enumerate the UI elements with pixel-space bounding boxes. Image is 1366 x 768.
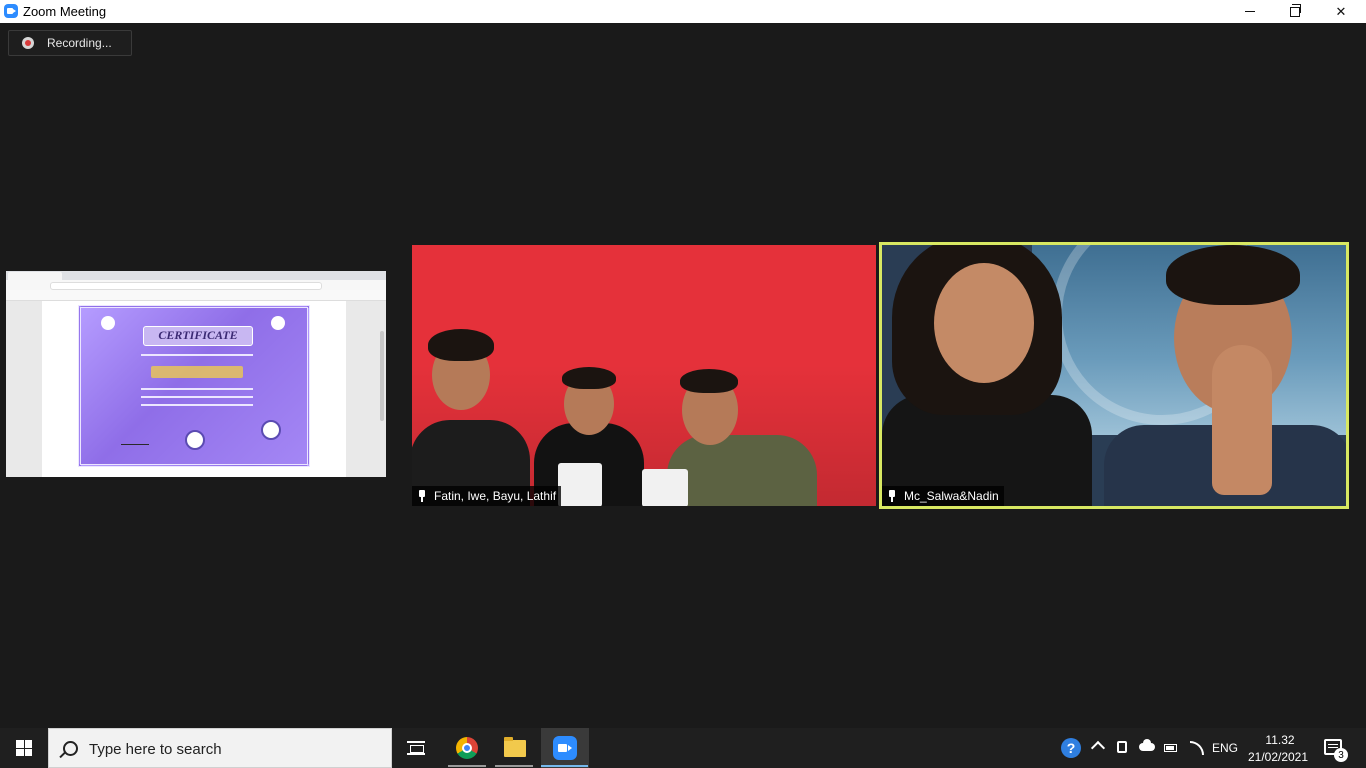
- taskbar: Type here to search: [0, 728, 1366, 768]
- file-explorer-icon: [504, 736, 526, 757]
- participant-video-tile[interactable]: [412, 245, 876, 506]
- certificate-heading: CERTIFICATE: [158, 328, 238, 342]
- shared-screen-tile[interactable]: CERTIFICATE: [6, 271, 386, 477]
- pdf-viewer: CERTIFICATE: [6, 301, 386, 477]
- restore-button[interactable]: [1272, 0, 1318, 23]
- certificate-image: CERTIFICATE: [78, 305, 310, 467]
- record-icon: [22, 37, 34, 49]
- zoom-icon: [553, 736, 577, 760]
- address-field: [50, 282, 322, 290]
- pin-icon: [416, 489, 428, 503]
- window-title: Zoom Meeting: [23, 4, 107, 19]
- taskbar-app-file-explorer[interactable]: [491, 728, 539, 768]
- browser-address-bar: [6, 280, 386, 290]
- taskbar-app-chrome[interactable]: [443, 728, 491, 768]
- certificate-signature: [121, 430, 149, 445]
- certificate-seal: [185, 430, 205, 450]
- task-view-button[interactable]: [392, 728, 440, 768]
- certificate-text-line: [141, 396, 253, 398]
- app-running-indicator: [448, 765, 486, 767]
- taskbar-search[interactable]: Type here to search: [48, 728, 392, 768]
- clock-time[interactable]: 11.32: [1250, 733, 1310, 747]
- participant-name: Mc_Salwa&Nadin: [904, 489, 999, 503]
- recording-label: Recording...: [47, 36, 112, 50]
- close-button[interactable]: ✕: [1318, 0, 1364, 23]
- browser-tab-bar: [6, 271, 386, 280]
- search-placeholder: Type here to search: [89, 741, 222, 758]
- title-bar: Zoom Meeting ✕: [0, 0, 1366, 23]
- certificate-banner: CERTIFICATE: [143, 326, 253, 346]
- certificate-recipient-name: [151, 366, 243, 378]
- certificate-seal: [261, 420, 281, 440]
- app-active-indicator: [541, 765, 588, 767]
- certificate-text-line: [141, 404, 253, 406]
- browser-tab: [8, 272, 62, 280]
- chrome-icon: [456, 737, 478, 759]
- app-running-indicator: [495, 765, 533, 767]
- input-language[interactable]: ENG: [1212, 741, 1238, 755]
- certificate-text-line: [141, 354, 253, 356]
- pdf-page: CERTIFICATE: [42, 301, 346, 477]
- certificate-logo-left: [101, 316, 115, 330]
- close-icon: ✕: [1335, 3, 1347, 19]
- pdf-scrollbar[interactable]: [380, 331, 384, 421]
- clock-date[interactable]: 21/02/2021: [1244, 750, 1312, 764]
- taskbar-app-zoom[interactable]: [541, 728, 589, 768]
- drink-cup: [642, 469, 688, 506]
- active-speaker-video-tile[interactable]: [879, 242, 1349, 509]
- certificate-logo-right: [271, 316, 285, 330]
- battery-icon[interactable]: [1164, 744, 1177, 752]
- zoom-app-icon: [4, 4, 18, 18]
- participant-name-label: Mc_Salwa&Nadin: [882, 486, 1004, 506]
- search-icon: [63, 741, 78, 756]
- help-icon[interactable]: ?: [1061, 738, 1081, 758]
- certificate-text-line: [141, 388, 253, 390]
- restore-icon: [1290, 3, 1301, 17]
- participant-name: Fatin, Iwe, Bayu, Lathif: [434, 489, 557, 503]
- windows-icon: [16, 740, 32, 756]
- start-button[interactable]: [0, 728, 48, 768]
- pdf-toolbar: [6, 290, 386, 301]
- pin-icon: [886, 489, 898, 503]
- recording-indicator[interactable]: Recording...: [8, 30, 132, 56]
- notification-count-badge: 3: [1334, 748, 1348, 762]
- task-view-icon: [407, 741, 425, 755]
- minimize-button[interactable]: [1227, 0, 1273, 23]
- drink-cup: [558, 463, 602, 506]
- meet-now-icon[interactable]: [1117, 741, 1127, 753]
- minimize-icon: [1245, 11, 1255, 12]
- onedrive-cloud-icon[interactable]: [1139, 739, 1155, 751]
- participant-name-label: Fatin, Iwe, Bayu, Lathif: [412, 486, 562, 506]
